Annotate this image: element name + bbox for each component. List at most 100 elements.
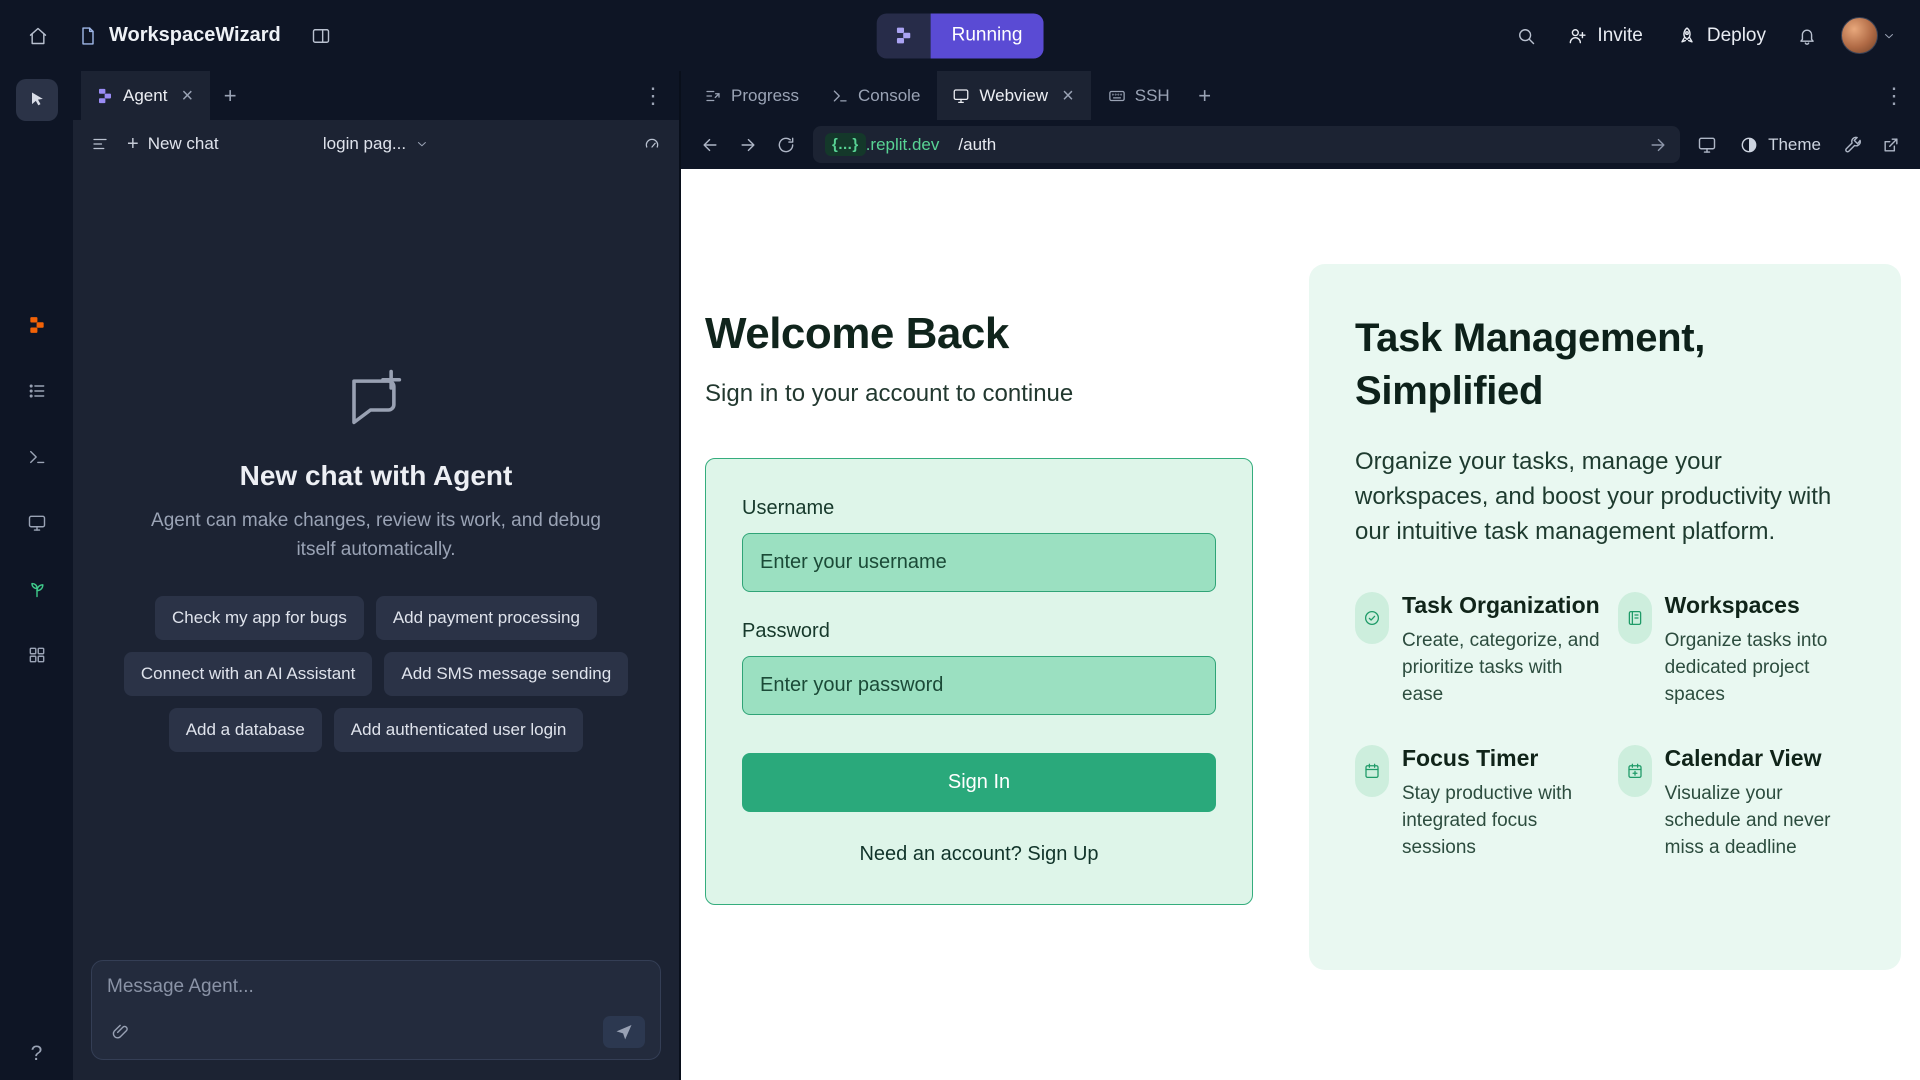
tab-agent[interactable]: Agent × <box>81 71 210 120</box>
rail-select-tool-button[interactable] <box>16 79 58 121</box>
chip-check-bugs[interactable]: Check my app for bugs <box>155 596 364 640</box>
terminal-icon <box>831 87 849 105</box>
usage-button[interactable] <box>635 127 669 161</box>
chat-selector[interactable]: login pag... <box>315 128 437 160</box>
help-button[interactable]: ? <box>31 1042 43 1066</box>
forward-button[interactable] <box>731 128 765 162</box>
sprout-icon <box>27 579 47 599</box>
list-icon <box>27 381 47 401</box>
layout-button[interactable] <box>301 16 341 56</box>
feature-title: Focus Timer <box>1402 745 1600 772</box>
empty-state-title: New chat with Agent <box>240 460 513 492</box>
chevron-down-icon <box>415 137 429 151</box>
search-button[interactable] <box>1506 16 1546 56</box>
signup-link[interactable]: Need an account? Sign Up <box>742 843 1216 866</box>
suggestion-chips: Check my app for bugs Add payment proces… <box>99 596 653 752</box>
search-icon <box>1516 26 1536 46</box>
webview-content: Welcome Back Sign in to your account to … <box>681 169 1920 1080</box>
refresh-button[interactable] <box>769 128 803 162</box>
login-card: Username Password Sign In Need an accoun… <box>705 458 1253 905</box>
password-field[interactable] <box>742 656 1216 715</box>
home-button[interactable] <box>18 16 58 56</box>
running-label: Running <box>931 13 1044 58</box>
replit-logo-icon <box>877 13 931 58</box>
rail-ecology-button[interactable] <box>16 568 58 610</box>
panel-menu-button[interactable]: ⋮ <box>635 78 671 114</box>
chat-list-button[interactable] <box>83 127 117 161</box>
terminal-icon <box>27 447 47 467</box>
chip-auth-login[interactable]: Add authenticated user login <box>334 708 584 752</box>
invite-button[interactable]: Invite <box>1554 16 1655 56</box>
open-external-button[interactable] <box>1874 128 1908 162</box>
username-label: Username <box>742 497 1216 520</box>
topbar: WorkspaceWizard Running Invite Deploy <box>0 0 1920 71</box>
settings-button[interactable] <box>1836 128 1870 162</box>
new-chat-button[interactable]: + New chat <box>117 127 229 161</box>
rail-webview-button[interactable] <box>16 502 58 544</box>
rail-workflows-button[interactable] <box>16 370 58 412</box>
layout-icon <box>311 26 331 46</box>
agent-empty-state: New chat with Agent Agent can make chang… <box>73 168 679 950</box>
feature-workspaces: Workspaces Organize tasks into dedicated… <box>1618 592 1861 709</box>
promo-title: Task Management, Simplified <box>1355 312 1785 418</box>
message-input[interactable] <box>107 976 645 998</box>
agent-tabstrip: Agent × + ⋮ <box>73 71 679 120</box>
avatar <box>1841 17 1878 54</box>
arrow-left-icon <box>700 135 720 155</box>
theme-button[interactable]: Theme <box>1728 128 1832 162</box>
tab-progress-label: Progress <box>731 86 799 106</box>
sign-in-button[interactable]: Sign In <box>742 753 1216 812</box>
theme-icon <box>1739 135 1759 155</box>
back-button[interactable] <box>693 128 727 162</box>
attach-button[interactable] <box>107 1018 135 1046</box>
tab-ssh-label: SSH <box>1135 86 1170 106</box>
tab-ssh[interactable]: SSH <box>1093 71 1185 120</box>
message-composer[interactable] <box>91 960 661 1060</box>
chip-ai-assistant[interactable]: Connect with an AI Assistant <box>124 652 373 696</box>
deploy-button[interactable]: Deploy <box>1664 16 1779 56</box>
chip-payment[interactable]: Add payment processing <box>376 596 597 640</box>
rocket-icon <box>1677 26 1697 46</box>
path-text: /auth <box>958 135 996 155</box>
workspace-tabstrip: Progress Console Webview × SSH + ⋮ <box>681 71 1920 120</box>
check-circle-icon <box>1355 592 1389 644</box>
add-tab-button[interactable]: + <box>212 78 248 114</box>
new-chat-label: New chat <box>148 134 219 154</box>
chip-database[interactable]: Add a database <box>169 708 322 752</box>
tab-webview[interactable]: Webview × <box>937 71 1090 120</box>
account-menu[interactable] <box>1835 13 1902 58</box>
external-link-icon <box>1881 135 1901 155</box>
rail-replit-button[interactable] <box>16 304 58 346</box>
url-field[interactable]: {...} .replit.dev /auth <box>813 126 1680 163</box>
invite-label: Invite <box>1597 25 1642 47</box>
chip-sms[interactable]: Add SMS message sending <box>384 652 628 696</box>
theme-label: Theme <box>1768 135 1821 155</box>
left-rail: ? <box>0 71 73 1080</box>
devtools-button[interactable] <box>1690 128 1724 162</box>
close-tab-icon[interactable]: × <box>1060 84 1076 108</box>
tab-console[interactable]: Console <box>816 71 935 120</box>
bell-icon <box>1797 26 1817 46</box>
feature-focus-timer: Focus Timer Stay productive with integra… <box>1355 745 1600 862</box>
project-title-button[interactable]: WorkspaceWizard <box>70 18 289 53</box>
agent-icon <box>96 87 114 105</box>
deploy-label: Deploy <box>1707 25 1766 47</box>
paperclip-icon <box>111 1022 131 1042</box>
tab-progress[interactable]: Progress <box>689 71 814 120</box>
rail-apps-button[interactable] <box>16 634 58 676</box>
add-tab-button[interactable]: + <box>1187 78 1223 114</box>
monitor-icon <box>952 87 970 105</box>
password-label: Password <box>742 620 1216 643</box>
home-icon <box>28 26 48 46</box>
send-button[interactable] <box>603 1016 645 1048</box>
page-title: Welcome Back <box>705 309 1253 359</box>
panel-menu-button[interactable]: ⋮ <box>1876 78 1912 114</box>
close-tab-icon[interactable]: × <box>179 84 195 108</box>
username-field[interactable] <box>742 533 1216 592</box>
go-arrow-icon[interactable] <box>1648 135 1668 155</box>
notifications-button[interactable] <box>1787 16 1827 56</box>
rail-shell-button[interactable] <box>16 436 58 478</box>
workspace-pane: Progress Console Webview × SSH + ⋮ <box>681 71 1920 1080</box>
run-status-button[interactable]: Running <box>877 13 1044 58</box>
feature-description: Visualize your schedule and never miss a… <box>1665 781 1861 862</box>
